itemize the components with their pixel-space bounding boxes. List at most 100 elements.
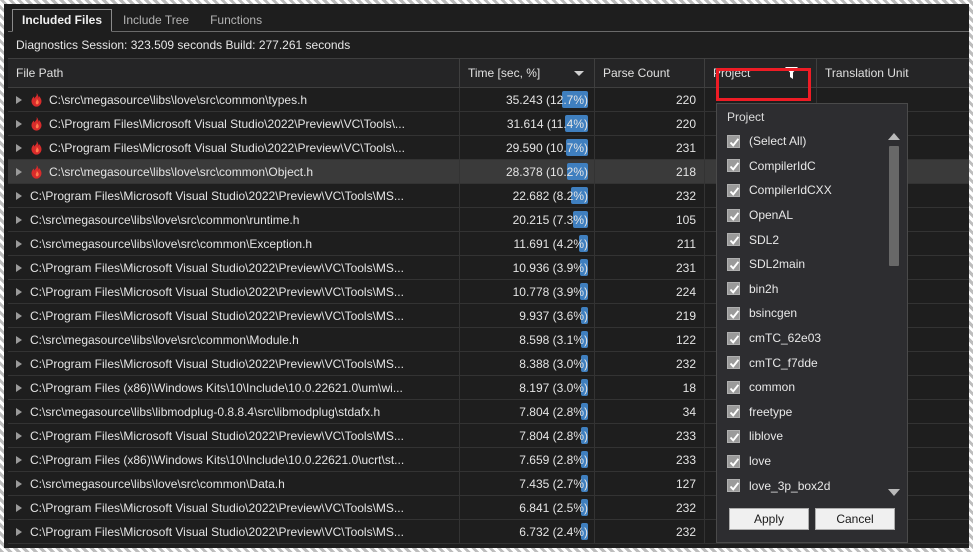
cell-file-path: C:\src\megasource\libs\libmodplug-0.8.8.…	[8, 400, 460, 423]
column-header-parse-count[interactable]: Parse Count	[595, 59, 705, 87]
expand-chevron-icon[interactable]	[16, 192, 22, 200]
parse-count-text: 231	[676, 141, 696, 155]
filter-option-bin2h[interactable]: bin2h	[727, 277, 886, 302]
filter-option-cmtc-f7dde[interactable]: cmTC_f7dde	[727, 350, 886, 375]
expand-chevron-icon[interactable]	[16, 120, 22, 128]
expand-chevron-icon[interactable]	[16, 168, 22, 176]
checkbox-checked-icon[interactable]	[727, 430, 740, 443]
cancel-button[interactable]: Cancel	[815, 508, 895, 530]
parse-count-text: 122	[676, 333, 696, 347]
filter-option-compileridc[interactable]: CompilerIdC	[727, 154, 886, 179]
filter-option-openal[interactable]: OpenAL	[727, 203, 886, 228]
filter-option-love-3p-box2d[interactable]: love_3p_box2d	[727, 473, 886, 498]
expand-chevron-icon[interactable]	[16, 360, 22, 368]
file-path-text: C:\src\megasource\libs\love\src\common\r…	[30, 213, 299, 227]
checkbox-checked-icon[interactable]	[727, 381, 740, 394]
filter-option-compileridcxx[interactable]: CompilerIdCXX	[727, 178, 886, 203]
filter-option-sdl2main[interactable]: SDL2main	[727, 252, 886, 277]
file-path-text: C:\Program Files\Microsoft Visual Studio…	[49, 117, 405, 131]
cell-time: 7.804 (2.8%)	[460, 400, 595, 423]
expand-chevron-icon[interactable]	[16, 336, 22, 344]
checkbox-checked-icon[interactable]	[727, 233, 740, 246]
expand-chevron-icon[interactable]	[16, 384, 22, 392]
expand-chevron-icon[interactable]	[16, 288, 22, 296]
expand-chevron-icon[interactable]	[16, 240, 22, 248]
expand-chevron-icon[interactable]	[16, 144, 22, 152]
expand-chevron-icon[interactable]	[16, 216, 22, 224]
checkbox-checked-icon[interactable]	[727, 455, 740, 468]
parse-count-text: 233	[676, 429, 696, 443]
filter-funnel-icon[interactable]	[785, 67, 798, 79]
filter-option-common[interactable]: common	[727, 375, 886, 400]
vs-build-insights-window: Included FilesInclude TreeFunctions Diag…	[0, 0, 973, 552]
cell-parse-count: 105	[595, 208, 705, 231]
checkbox-checked-icon[interactable]	[727, 159, 740, 172]
expand-chevron-icon[interactable]	[16, 528, 22, 536]
filter-option-label: (Select All)	[749, 134, 806, 148]
expand-chevron-icon[interactable]	[16, 504, 22, 512]
checkbox-checked-icon[interactable]	[727, 209, 740, 222]
filter-option-freetype[interactable]: freetype	[727, 400, 886, 425]
checkbox-checked-icon[interactable]	[727, 282, 740, 295]
checkbox-checked-icon[interactable]	[727, 258, 740, 271]
apply-button[interactable]: Apply	[729, 508, 809, 530]
tab-strip: Included FilesInclude TreeFunctions	[8, 8, 973, 32]
scroll-up-arrow-icon[interactable]	[888, 133, 900, 140]
cell-file-path: C:\src\megasource\libs\love\src\common\r…	[8, 208, 460, 231]
cell-file-path: C:\Program Files (x86)\Windows Kits\10\I…	[8, 376, 460, 399]
checkbox-checked-icon[interactable]	[727, 405, 740, 418]
cell-parse-count: 218	[595, 160, 705, 183]
parse-count-text: 232	[676, 189, 696, 203]
cell-time: 7.435 (2.7%)	[460, 472, 595, 495]
filter-option-cmtc-62e03[interactable]: cmTC_62e03	[727, 326, 886, 351]
expand-chevron-icon[interactable]	[16, 480, 22, 488]
filter-option-label: bin2h	[749, 282, 778, 296]
column-header-translation-unit[interactable]: Translation Unit	[817, 59, 973, 87]
filter-option-label: liblove	[749, 429, 783, 443]
column-header-file-path[interactable]: File Path	[8, 59, 460, 87]
column-header-time[interactable]: Time [sec, %]	[460, 59, 595, 87]
filter-option-select-all[interactable]: (Select All)	[727, 129, 886, 154]
column-header-project-label: Project	[713, 66, 750, 80]
checkbox-checked-icon[interactable]	[727, 356, 740, 369]
checkbox-checked-icon[interactable]	[727, 307, 740, 320]
tab-include-tree[interactable]: Include Tree	[113, 9, 199, 31]
cell-file-path: C:\Program Files\Microsoft Visual Studio…	[8, 280, 460, 303]
dropdown-scrollbar[interactable]	[886, 129, 903, 500]
cell-time: 10.936 (3.9%)	[460, 256, 595, 279]
project-filter-dropdown: Project (Select All)CompilerIdCCompilerI…	[716, 103, 908, 543]
parse-count-text: 232	[676, 357, 696, 371]
filter-option-label: OpenAL	[749, 208, 793, 222]
time-text: 31.614 (11.4%)	[507, 117, 588, 131]
file-path-text: C:\Program Files\Microsoft Visual Studio…	[30, 189, 404, 203]
expand-chevron-icon[interactable]	[16, 408, 22, 416]
filter-option-liblove[interactable]: liblove	[727, 424, 886, 449]
cell-time: 11.691 (4.2%)	[460, 232, 595, 255]
file-path-text: C:\src\megasource\libs\libmodplug-0.8.8.…	[30, 405, 380, 419]
expand-chevron-icon[interactable]	[16, 96, 22, 104]
checkbox-checked-icon[interactable]	[727, 184, 740, 197]
checkbox-checked-icon[interactable]	[727, 332, 740, 345]
tab-included-files[interactable]: Included Files	[12, 9, 112, 32]
expand-chevron-icon[interactable]	[16, 264, 22, 272]
column-header-project[interactable]: Project	[705, 59, 817, 87]
tab-functions[interactable]: Functions	[200, 9, 272, 31]
filter-option-love[interactable]: love	[727, 449, 886, 474]
checkbox-checked-icon[interactable]	[727, 479, 740, 492]
time-text: 8.388 (3.0%)	[519, 357, 588, 371]
scrollbar-thumb[interactable]	[889, 146, 899, 266]
filter-option-sdl2[interactable]: SDL2	[727, 227, 886, 252]
filter-option-bsincgen[interactable]: bsincgen	[727, 301, 886, 326]
cell-parse-count: 233	[595, 424, 705, 447]
expand-chevron-icon[interactable]	[16, 432, 22, 440]
time-text: 7.659 (2.8%)	[519, 453, 588, 467]
cell-time: 29.590 (10.7%)	[460, 136, 595, 159]
expand-chevron-icon[interactable]	[16, 312, 22, 320]
checkbox-checked-icon[interactable]	[727, 135, 740, 148]
cell-time: 8.598 (3.1%)	[460, 328, 595, 351]
cell-file-path: C:\src\megasource\libs\love\src\common\E…	[8, 232, 460, 255]
expand-chevron-icon[interactable]	[16, 456, 22, 464]
scroll-down-arrow-icon[interactable]	[888, 489, 900, 496]
parse-count-text: 105	[676, 213, 696, 227]
cell-parse-count: 34	[595, 400, 705, 423]
